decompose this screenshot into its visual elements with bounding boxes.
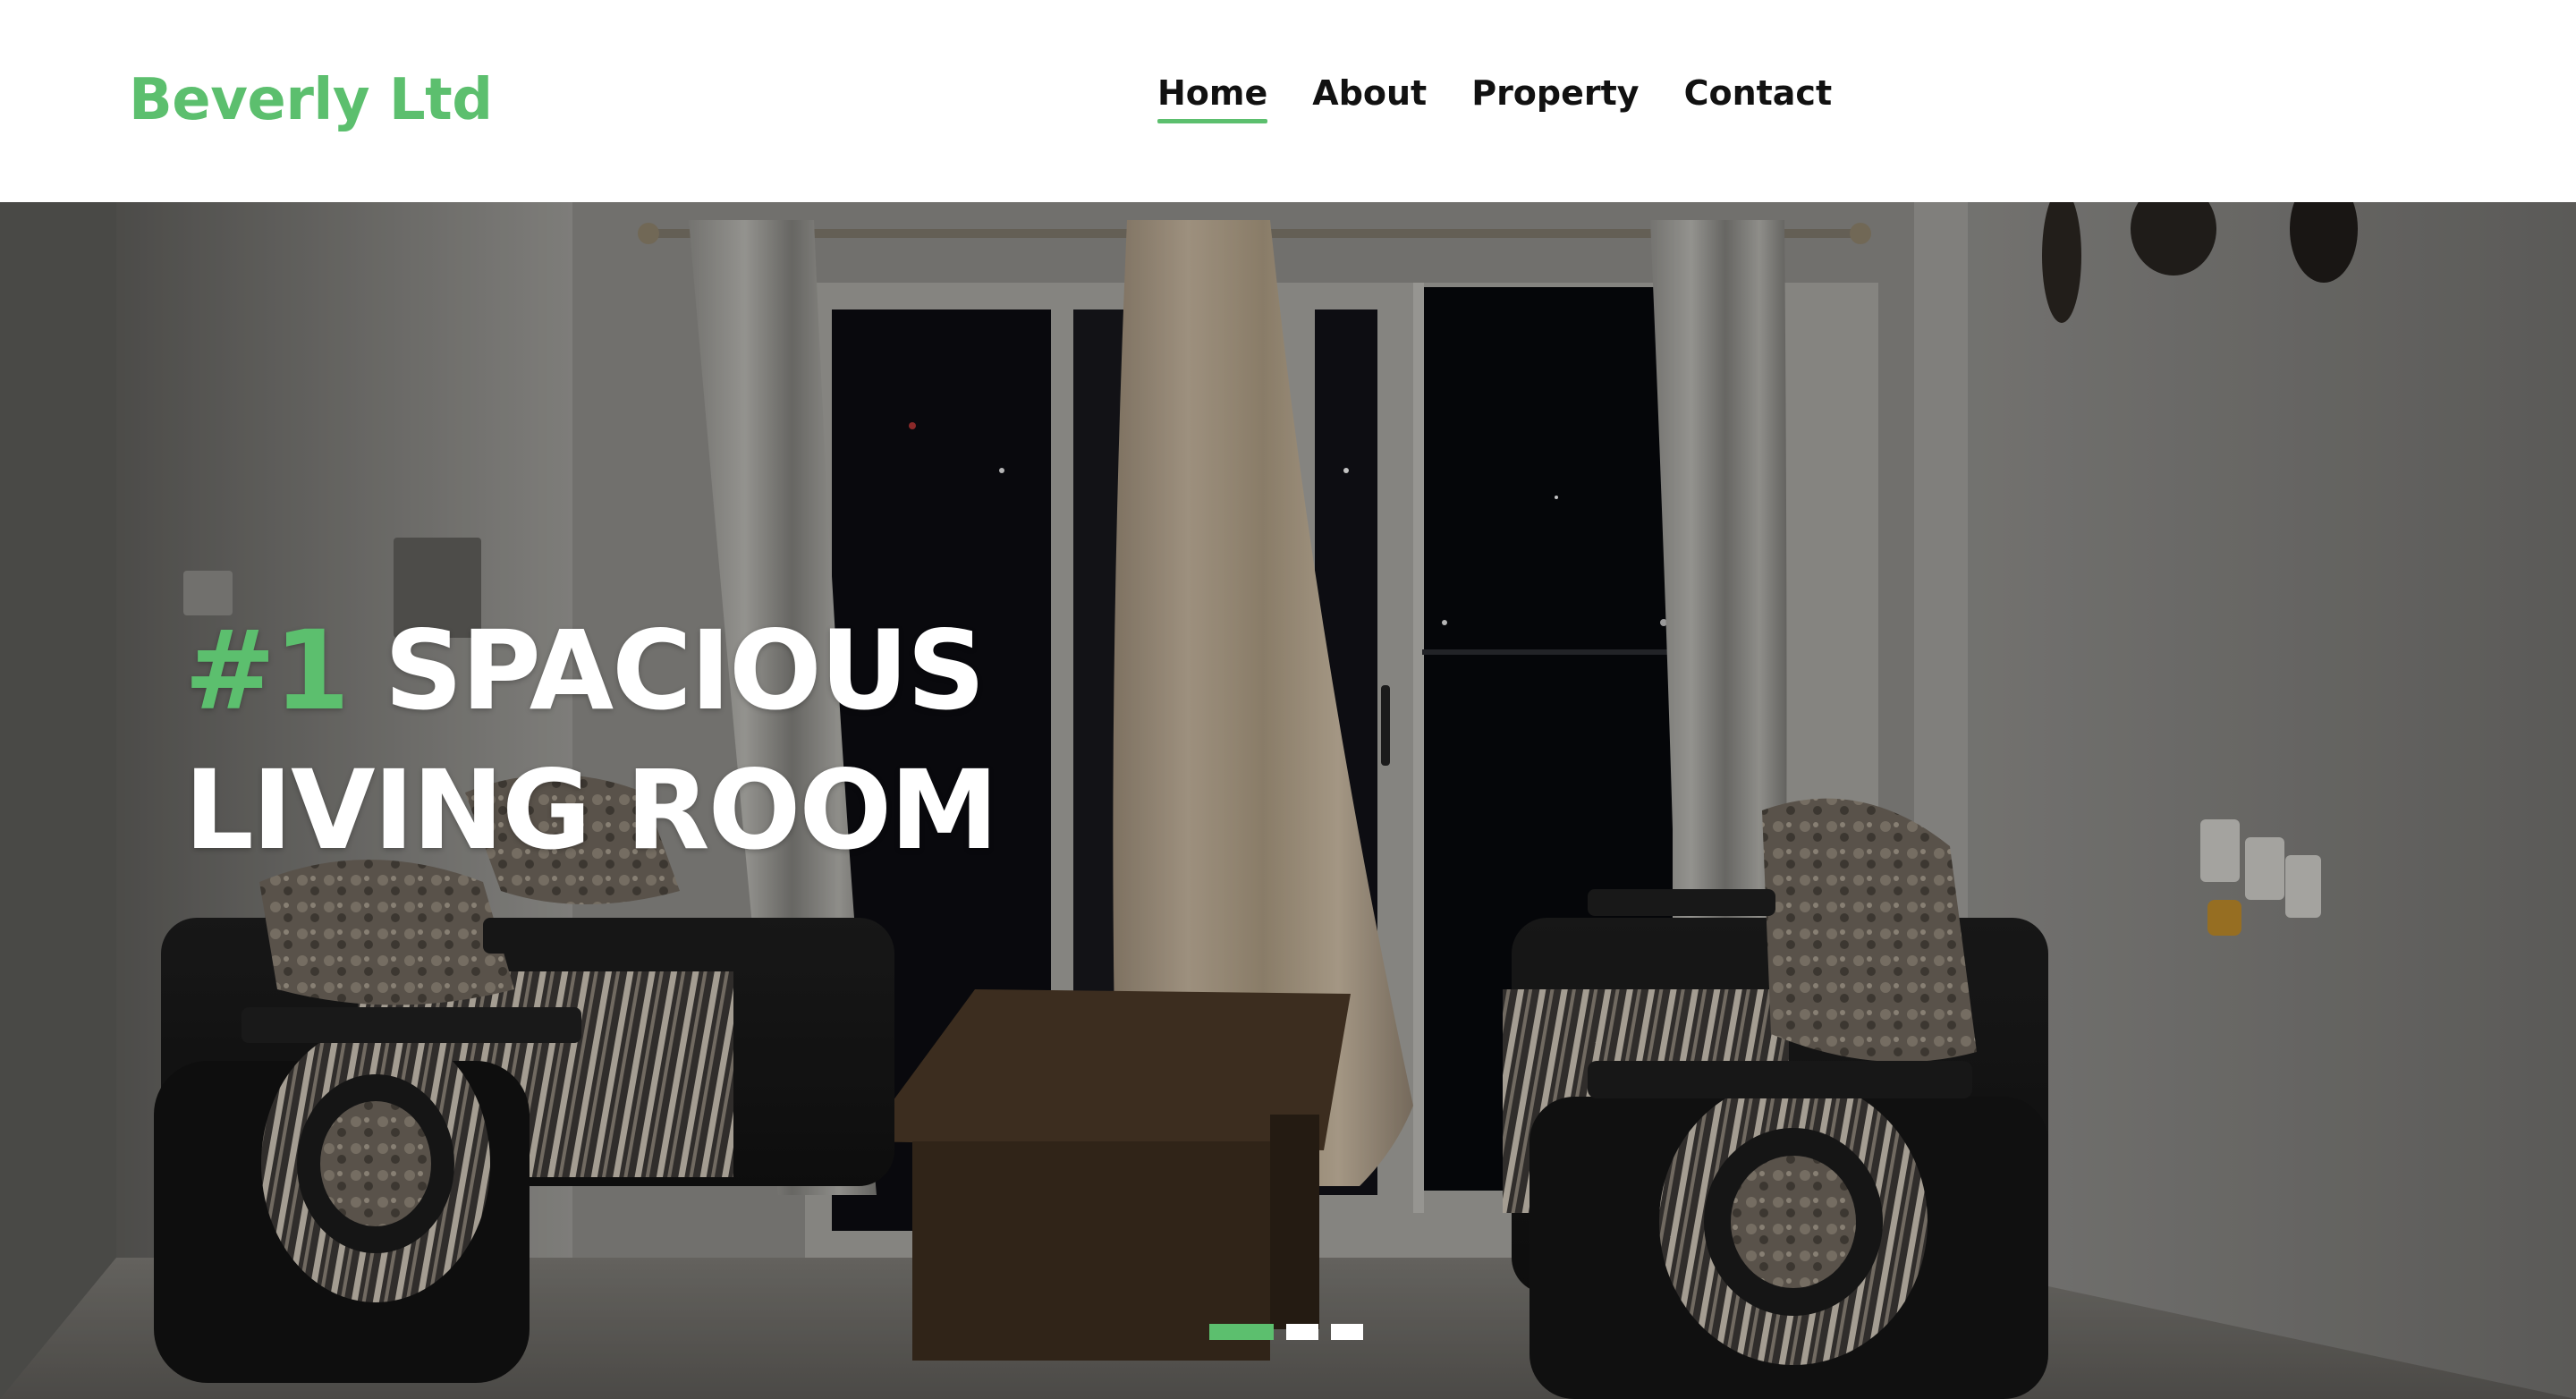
slider-dot-2[interactable] [1286,1324,1318,1340]
slider-dot-3[interactable] [1331,1324,1363,1340]
brand-logo[interactable]: Beverly Ltd [129,64,493,136]
main-nav: Home About Property Contact [1157,70,1833,123]
nav-contact-link[interactable]: Contact [1684,70,1833,116]
nav-about-link[interactable]: About [1312,70,1427,116]
nav-home-link[interactable]: Home [1157,70,1268,123]
nav-property-link[interactable]: Property [1471,70,1639,116]
hero-heading-accent: #1 [184,607,350,734]
slider-pagination [1209,1324,1363,1340]
hero-heading-line2: LIVING ROOM [184,747,998,874]
hero-slider: #1 SPACIOUS LIVING ROOM [0,202,2576,1399]
hero-heading-line1: SPACIOUS [384,607,986,734]
slider-dot-1[interactable] [1209,1324,1274,1340]
hero-heading: #1 SPACIOUS LIVING ROOM [184,601,998,880]
site-header: Beverly Ltd Home About Property Contact [0,0,2576,202]
